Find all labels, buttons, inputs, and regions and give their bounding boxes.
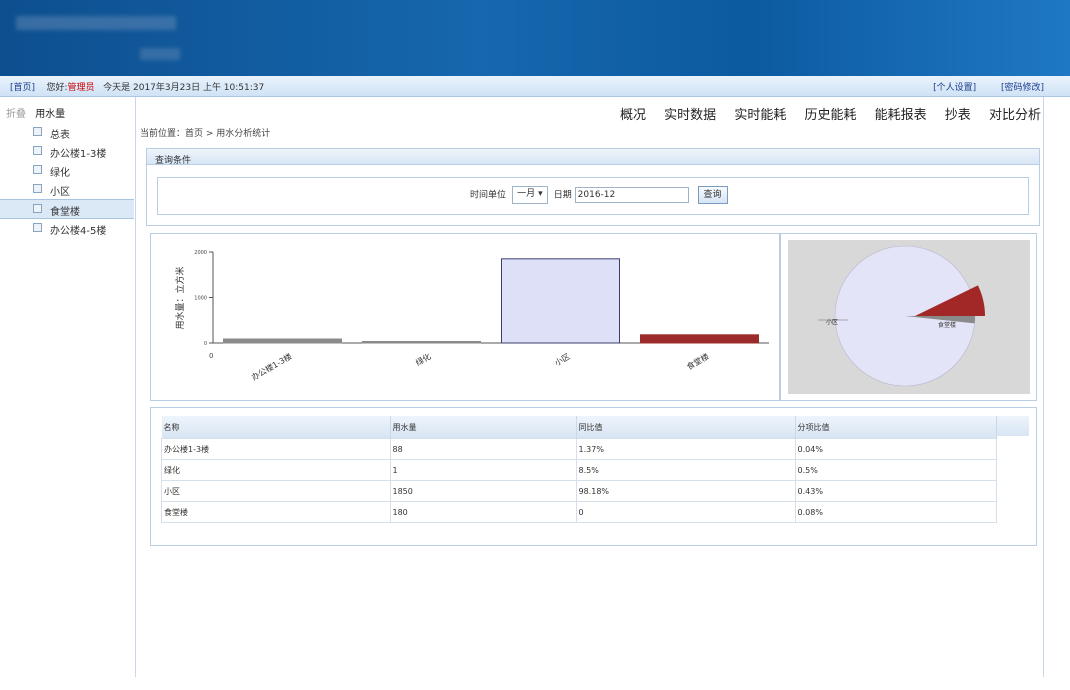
date-value: 2016-12 — [577, 190, 616, 200]
table-row[interactable]: 办公楼1-3楼 88 1.37% 0.04% — [161, 438, 997, 460]
time-unit-select[interactable]: 一月 ▾ — [511, 186, 548, 204]
user-name: 管理员 — [67, 83, 95, 93]
sidebar-item-canteen[interactable]: 食堂楼 — [0, 199, 134, 219]
personal-settings-link[interactable]: [个人设置] — [933, 83, 976, 93]
col-header-name: 名称 — [161, 416, 391, 439]
query-button[interactable]: 查询 — [697, 186, 728, 204]
meter-icon — [33, 184, 42, 193]
today-text: 今天是 2017年3月23日 上午 10:51:37 — [103, 83, 265, 93]
sidebar-item-office-4-5[interactable]: 办公楼4-5楼 — [0, 219, 134, 237]
nav-realtime-data[interactable]: 实时数据 — [664, 108, 716, 123]
tree-root-label: 用水量 — [35, 109, 66, 120]
date-input[interactable]: 2016-12 — [574, 187, 689, 203]
table-header-row: 名称 用水量 同比值 分项比值 — [161, 416, 997, 439]
pie-chart: 小区 食堂楼 — [818, 245, 985, 387]
nav-history-energy[interactable]: 历史能耗 — [804, 108, 856, 123]
home-link[interactable]: [首页] — [10, 83, 35, 93]
x-tick-label: 办公楼1-3楼 — [249, 351, 293, 382]
meter-icon — [33, 146, 42, 155]
pie-chart-panel: 小区 食堂楼 — [780, 233, 1037, 401]
bar — [362, 341, 481, 344]
time-unit-label: 时间单位 — [470, 190, 507, 201]
sidebar-item-office-1-3[interactable]: 办公楼1-3楼 — [0, 142, 134, 160]
col-header-ratio: 分项比值 — [795, 416, 997, 439]
cell-name: 办公楼1-3楼 — [161, 438, 391, 460]
meter-icon — [33, 165, 42, 174]
sidebar-toggle[interactable]: 折叠 — [6, 109, 26, 120]
cell-usage: 1 — [389, 459, 577, 481]
status-bar: [首页] 您好:管理员 今天是 2017年3月23日 上午 10:51:37 [… — [0, 76, 1070, 97]
cell-usage: 88 — [389, 438, 577, 460]
meter-icon — [33, 127, 42, 136]
sidebar-item-label: 食堂楼 — [50, 207, 80, 218]
x-tick-label: 小区 — [553, 352, 571, 368]
sidebar-item-label: 总表 — [50, 130, 70, 141]
cell-ratio: 0.08% — [794, 501, 997, 523]
bar-chart-panel: 0 1000 2000 用水量：立方米 0 办公楼1-3楼 绿化 小区 食堂楼 — [150, 233, 780, 401]
bar-chart: 0 1000 2000 用水量：立方米 0 办公楼1-3楼 绿化 小区 食堂楼 — [174, 250, 769, 382]
query-row: 时间单位 一月 ▾ 日期 2016-12 查询 — [470, 186, 728, 204]
meter-icon — [33, 204, 42, 213]
header-banner — [0, 0, 1070, 76]
pie-label: 小区 — [826, 318, 838, 326]
cell-usage: 1850 — [389, 480, 577, 502]
cell-yoy: 8.5% — [575, 459, 796, 481]
app-logo-blurred — [16, 16, 176, 30]
password-change-link[interactable]: [密码修改] — [1001, 83, 1044, 93]
sidebar-item-total[interactable]: 总表 — [0, 123, 134, 141]
greeting-prefix: 您好: — [46, 83, 68, 93]
x-tick-label: 绿化 — [414, 351, 433, 368]
sidebar-item-label: 小区 — [50, 187, 70, 198]
cell-name: 绿化 — [161, 459, 391, 481]
table-row[interactable]: 绿化 1 8.5% 0.5% — [161, 459, 997, 481]
chevron-down-icon: ▾ — [538, 189, 543, 199]
cell-ratio: 0.43% — [794, 480, 997, 502]
nav-meter-reading[interactable]: 抄表 — [945, 108, 971, 123]
sidebar-item-label: 绿化 — [50, 168, 70, 179]
nav-compare[interactable]: 对比分析 — [989, 108, 1041, 123]
table-row[interactable]: 小区 1850 98.18% 0.43% — [161, 480, 997, 502]
y-tick-label: 0 — [204, 341, 207, 347]
query-panel-title: 查询条件 — [147, 149, 1039, 166]
col-header-yoy: 同比值 — [576, 416, 796, 439]
nav-overview[interactable]: 概况 — [620, 108, 646, 123]
top-nav: 概况 实时数据 实时能耗 历史能耗 能耗报表 抄表 对比分析 — [620, 104, 1041, 123]
sidebar-item-label: 办公楼1-3楼 — [50, 149, 107, 160]
x-origin-label: 0 — [209, 352, 213, 360]
sidebar-item-greening[interactable]: 绿化 — [0, 161, 134, 179]
sidebar: 折叠 用水量 总表 办公楼1-3楼 绿化 小区 食堂楼 办公楼4-5楼 — [0, 97, 136, 677]
time-unit-value: 一月 — [517, 189, 536, 199]
data-table-panel: 名称 用水量 同比值 分项比值 办公楼1-3楼 88 1.37% 0.04% 绿… — [150, 407, 1037, 546]
y-tick-label: 2000 — [194, 250, 207, 256]
y-tick-label: 1000 — [194, 296, 207, 302]
cell-ratio: 0.5% — [794, 459, 997, 481]
pie-chart-background: 小区 食堂楼 — [788, 240, 1030, 394]
cell-name: 食堂楼 — [161, 501, 391, 523]
bar — [223, 338, 342, 344]
app-subtitle-blurred — [140, 48, 180, 60]
sidebar-item-label: 办公楼4-5楼 — [50, 226, 107, 237]
bar — [501, 258, 620, 344]
bar — [640, 334, 759, 344]
nav-realtime-energy[interactable]: 实时能耗 — [734, 108, 786, 123]
breadcrumb: 当前位置：首页 > 用水分析统计 — [140, 129, 271, 139]
cell-yoy: 0 — [575, 501, 796, 523]
table-header-extension — [997, 416, 1029, 436]
cell-ratio: 0.04% — [794, 438, 997, 460]
data-table: 名称 用水量 同比值 分项比值 办公楼1-3楼 88 1.37% 0.04% 绿… — [161, 416, 997, 523]
cell-name: 小区 — [161, 480, 391, 502]
tree-root[interactable]: 折叠 用水量 — [6, 105, 65, 120]
x-tick-label: 食堂楼 — [685, 351, 711, 372]
col-header-usage: 用水量 — [390, 416, 577, 439]
cell-usage: 180 — [389, 501, 577, 523]
pie-label: 食堂楼 — [938, 321, 956, 329]
table-row[interactable]: 食堂楼 180 0 0.08% — [161, 501, 997, 523]
date-label: 日期 — [553, 190, 572, 201]
meter-icon — [33, 223, 42, 232]
cell-yoy: 1.37% — [575, 438, 796, 460]
y-axis-label: 用水量：立方米 — [174, 266, 186, 329]
nav-energy-report[interactable]: 能耗报表 — [875, 108, 927, 123]
sidebar-item-community[interactable]: 小区 — [0, 180, 134, 198]
cell-yoy: 98.18% — [575, 480, 796, 502]
